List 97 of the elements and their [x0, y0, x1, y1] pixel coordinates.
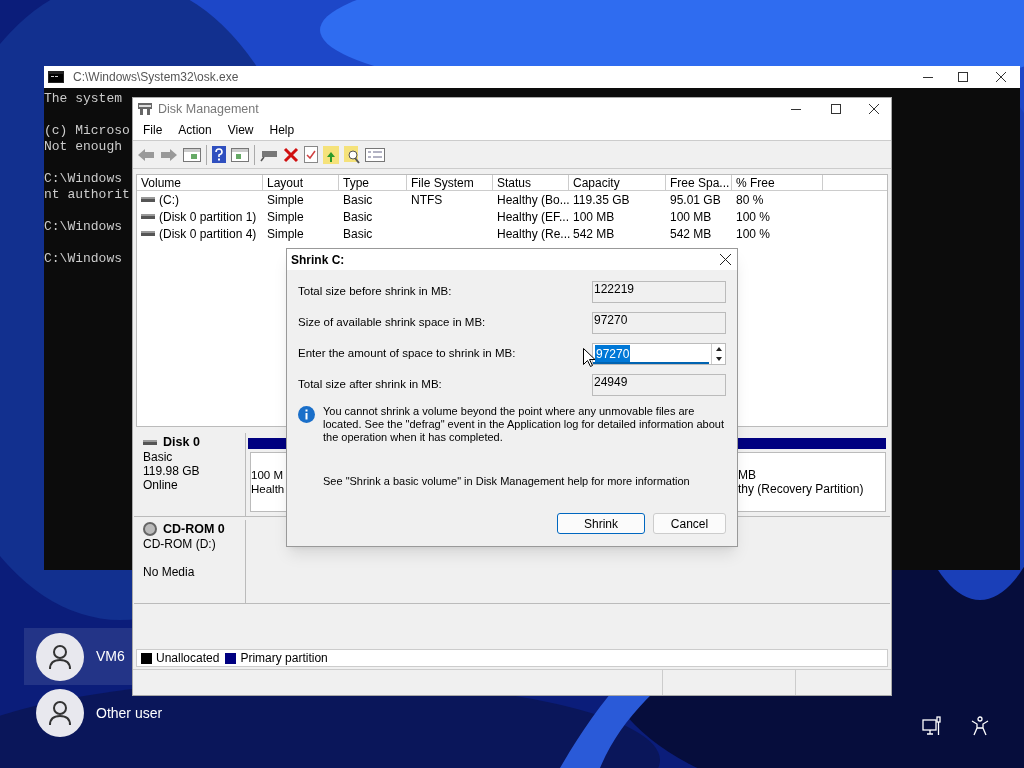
table-cell-text: 100 MB: [573, 208, 615, 226]
column-header[interactable]: Layout: [263, 175, 339, 191]
menu-item[interactable]: File: [135, 121, 171, 139]
accessibility-icon[interactable]: [971, 716, 989, 736]
readonly-field: 122219: [592, 281, 726, 303]
table-cell-text: NTFS: [411, 191, 443, 209]
table-cell-text: Basic: [343, 208, 373, 226]
folder-search-icon[interactable]: [344, 145, 360, 164]
console-line: nt authorit: [44, 187, 130, 203]
readonly-field: 24949: [592, 374, 726, 396]
table-cell-text: 95.01 GB: [670, 191, 721, 209]
console-line: The system: [44, 91, 122, 107]
spin-field[interactable]: 97270: [592, 343, 726, 365]
table-cell-text: Healthy (EF...: [497, 208, 570, 226]
table-cell-text: Simple: [267, 225, 304, 243]
field-label: Total size after shrink in MB:: [298, 377, 442, 393]
menu-item[interactable]: Help: [261, 121, 303, 139]
table-cell-text: 542 MB: [670, 225, 712, 243]
console-line: C:\Windows: [44, 251, 122, 267]
close-icon[interactable]: [996, 72, 1006, 82]
close-icon[interactable]: [720, 254, 731, 265]
panel-icon[interactable]: [183, 147, 201, 162]
table-cell-text: (Disk 0 partition 1): [159, 208, 257, 226]
menu-item[interactable]: View: [219, 121, 262, 139]
partition-info: MB: [738, 468, 757, 482]
close-icon[interactable]: [869, 104, 879, 114]
table-cell-text: (Disk 0 partition 4): [159, 225, 257, 243]
checklist-icon[interactable]: [304, 146, 318, 163]
table-cell-text: Healthy (Bo...: [497, 191, 570, 209]
disk-info: CD-ROM (D:): [143, 537, 217, 551]
window-title: C:\Windows\System32\osk.exe: [73, 69, 239, 86]
table-cell-text: 80 %: [736, 191, 764, 209]
legend-label: Unallocated: [156, 650, 220, 667]
console-line: C:\Windows: [44, 171, 122, 187]
console-line: Not enough: [44, 139, 122, 155]
disk-name: Disk 0: [163, 435, 200, 449]
disk-management-icon: [137, 102, 153, 116]
table-cell-text: Basic: [343, 225, 373, 243]
field-label: Total size before shrink in MB:: [298, 284, 452, 300]
dialog-button[interactable]: Cancel: [653, 513, 726, 534]
column-header[interactable]: % Free: [732, 175, 823, 191]
drive-icon: [141, 197, 155, 202]
minimize-icon[interactable]: [791, 108, 801, 110]
partition-info: Health: [251, 482, 285, 496]
info-text: You cannot shrink a volume beyond the point where any unmovable files are located. See the "defrag" event in the Application log for detailed information about the operation when it has completed.: [323, 405, 726, 444]
drive-icon: [141, 214, 155, 219]
folder-up-icon[interactable]: [323, 145, 339, 164]
user-tile[interactable]: VM6: [24, 628, 132, 685]
table-cell-text: 100 MB: [670, 208, 712, 226]
table-cell-text: 542 MB: [573, 225, 615, 243]
list-icon[interactable]: [365, 147, 385, 162]
console-line: (c) Microso: [44, 123, 130, 139]
user-name[interactable]: VM6: [96, 646, 125, 667]
table-cell-text: Healthy (Re...: [497, 225, 571, 243]
cursor-icon: [583, 348, 595, 367]
minimize-icon[interactable]: [923, 76, 933, 78]
table-cell-text: (C:): [159, 191, 179, 209]
column-header[interactable]: Capacity: [569, 175, 666, 191]
maximize-icon[interactable]: [958, 72, 968, 82]
disk-info: No Media: [143, 565, 196, 579]
table-cell-text: 119.35 GB: [573, 191, 630, 209]
help-text: See "Shrink a basic volume" in Disk Management help for more information: [323, 474, 691, 489]
maximize-icon[interactable]: [831, 104, 841, 114]
disk-name: CD-ROM 0: [163, 522, 225, 536]
column-header[interactable]: Type: [339, 175, 407, 191]
legend-label: Primary partition: [240, 650, 328, 667]
column-header[interactable]: Volume: [137, 175, 263, 191]
partition-info: 100 M: [251, 468, 283, 482]
help-icon[interactable]: [212, 146, 226, 163]
disk-info: Basic: [143, 450, 174, 464]
readonly-field: 97270: [592, 312, 726, 334]
table-cell-text: Basic: [343, 191, 373, 209]
console-line: C:\Windows: [44, 219, 122, 235]
table-cell-text: Simple: [267, 191, 304, 209]
disk-info: Online: [143, 478, 179, 492]
drive-icon: [141, 231, 155, 236]
info-icon: [298, 406, 315, 423]
drive-icon: [143, 439, 157, 445]
menu-item[interactable]: Action: [170, 121, 220, 139]
window-title: Disk Management: [158, 100, 259, 118]
delete-icon[interactable]: [283, 146, 299, 163]
field-label: Enter the amount of space to shrink in MB:: [298, 346, 516, 362]
dialog-title: Shrink C:: [291, 251, 345, 269]
column-header[interactable]: Free Spa...: [666, 175, 732, 191]
table-cell-text: Simple: [267, 208, 304, 226]
column-header[interactable]: File System: [407, 175, 493, 191]
network-icon[interactable]: [922, 716, 942, 736]
field-label: Size of available shrink space in MB:: [298, 315, 486, 331]
table-cell-text: 100 %: [736, 225, 771, 243]
console-icon: [48, 71, 64, 83]
partition-info: thy (Recovery Partition): [738, 482, 864, 496]
table-cell-text: 100 %: [736, 208, 771, 226]
disk-info: 119.98 GB: [143, 464, 201, 478]
column-header[interactable]: Status: [493, 175, 569, 191]
dialog-button[interactable]: Shrink: [557, 513, 645, 534]
user-name[interactable]: Other user: [96, 702, 163, 724]
panel-icon[interactable]: [231, 147, 249, 162]
